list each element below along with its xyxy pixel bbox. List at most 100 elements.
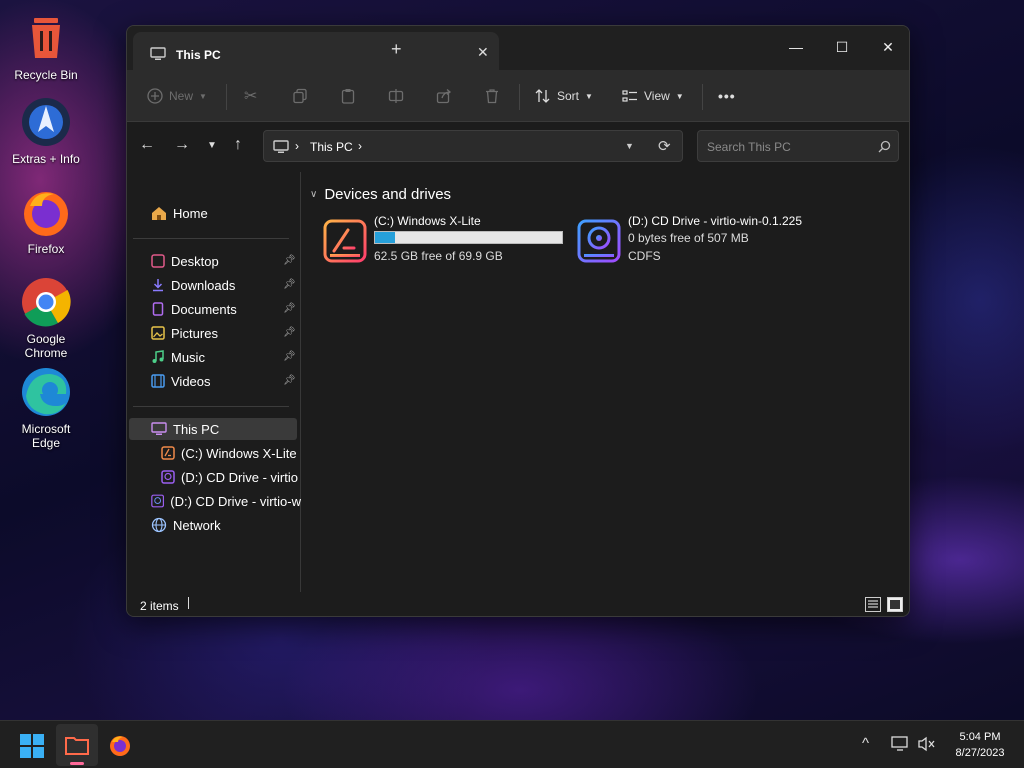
nav-divider [133,238,289,239]
cut-button[interactable]: ✂ [244,84,257,108]
extras-info-icon [22,98,70,146]
tray-overflow-chevron-icon[interactable]: ^ [862,735,869,752]
cd-drive-icon [161,470,175,484]
network-status-icon[interactable] [891,736,909,752]
breadcrumb-this-pc[interactable]: This PC [310,140,353,154]
address-bar[interactable]: › This PC › ▼ ⟳ [263,130,683,162]
breadcrumb-chevron-icon: › [295,139,299,153]
drive-c-usage-bar [374,231,563,244]
computer-icon [150,47,166,60]
view-button[interactable]: View ▼ [622,84,684,108]
recycle-bin-label: Recycle Bin [14,68,78,82]
taskbar-file-explorer[interactable] [56,724,98,766]
sidebar-item-label: Desktop [171,253,219,269]
volume-muted-icon[interactable] [918,736,936,752]
desktop-icon-chrome[interactable]: Google Chrome [0,276,92,360]
sort-button[interactable]: Sort ▼ [535,84,593,108]
chrome-label: Google Chrome [24,332,68,360]
recycle-bin-icon [32,18,60,58]
desktop-icon-recycle-bin[interactable]: Recycle Bin [0,12,92,82]
sidebar-item-label: Pictures [171,325,218,341]
pin-icon[interactable]: 📌︎ [283,375,296,386]
sidebar-item-network[interactable]: Network [151,514,301,536]
more-options-button[interactable]: ••• [718,84,736,108]
minimize-button[interactable]: — [773,32,819,62]
desktop-icon-firefox[interactable]: Firefox [0,186,92,256]
refresh-icon[interactable]: ⟳ [658,137,671,155]
search-box[interactable] [697,130,899,162]
delete-button[interactable] [484,84,500,108]
pin-icon[interactable]: 📌︎ [283,255,296,266]
pin-icon[interactable]: 📌︎ [283,327,296,338]
drive-item-c[interactable]: (C:) Windows X-Lite 62.5 GB free of 69.9… [322,214,572,266]
copy-button[interactable] [292,84,308,108]
clock-date: 8/27/2023 [955,747,1005,759]
recent-locations-chevron-icon[interactable]: ▼ [207,140,217,151]
music-icon [152,350,164,363]
sort-icon [535,89,550,103]
new-button[interactable]: New ▼ [147,84,207,108]
plus-circle-icon [147,88,163,104]
pictures-icon [151,326,165,340]
search-input[interactable] [707,138,867,156]
forward-arrow-icon[interactable]: → [174,136,190,154]
back-arrow-icon[interactable]: ← [139,136,155,154]
toolbar-divider [226,84,227,110]
sidebar-item-desktop[interactable]: Desktop [151,250,301,272]
videos-icon [151,374,165,388]
sidebar-item-label: Downloads [171,277,236,293]
tiles-view-button[interactable] [887,597,903,612]
tab-close-button[interactable]: ✕ [477,44,489,61]
sidebar-item-this-pc[interactable]: This PC [129,418,297,440]
sidebar-item-c-drive[interactable]: (C:) Windows X-Lite [161,442,301,464]
sidebar-item-downloads[interactable]: Downloads [151,274,301,296]
sidebar-item-label: (D:) CD Drive - virtio-w [170,493,301,509]
drive-c-usage-fill [375,232,395,243]
start-button[interactable] [20,734,44,761]
desktop-icon-extras-info[interactable]: Extras + Info [0,96,92,166]
sidebar-item-documents[interactable]: Documents [151,298,301,320]
downloads-icon [153,279,163,292]
drive-d-filesystem: CDFS [628,249,661,263]
sidebar-item-home[interactable]: Home [151,202,301,224]
drive-item-d[interactable]: (D:) CD Drive - virtio-win-0.1.225 0 byt… [576,214,876,266]
firefox-label: Firefox [27,242,65,256]
up-arrow-icon[interactable]: ↑ [234,136,242,154]
pin-icon[interactable]: 📌︎ [283,351,296,362]
desktop-icon-edge[interactable]: Microsoft Edge [0,366,92,450]
sidebar-item-videos[interactable]: Videos [151,370,301,392]
clock[interactable]: 5:04 PM 8/27/2023 [944,729,1016,761]
tab-title: This PC [176,48,221,62]
item-count: 2 items [140,599,179,613]
windows-logo-icon [20,734,44,758]
active-indicator [70,762,84,765]
pin-icon[interactable]: 📌︎ [283,279,296,290]
section-title: Devices and drives [324,186,452,203]
sidebar-item-d-drive[interactable]: (D:) CD Drive - virtio-w [151,490,301,512]
rename-button[interactable] [388,84,404,108]
sidebar-item-music[interactable]: Music [151,346,301,368]
network-icon [151,517,167,533]
share-button[interactable] [436,84,452,108]
paste-button[interactable] [340,84,356,108]
new-tab-button[interactable]: + [391,39,402,60]
sidebar-item-d-drive-sub[interactable]: (D:) CD Drive - virtio [161,466,301,488]
content-pane: ∨ Devices and drives (C:) Windows X-Lite… [302,172,909,592]
pin-icon[interactable]: 📌︎ [283,303,296,314]
address-dropdown-icon[interactable]: ▼ [625,141,634,151]
devices-and-drives-header[interactable]: ∨ Devices and drives [310,186,451,203]
taskbar-firefox[interactable] [108,733,132,760]
maximize-button[interactable]: ☐ [819,32,865,62]
chevron-down-icon: ▼ [585,91,593,101]
sidebar-item-pictures[interactable]: Pictures [151,322,301,344]
computer-icon [151,422,167,435]
chevron-down-icon: ▼ [199,91,207,101]
title-bar[interactable]: This PC ✕ + — ☐ ✕ [127,26,909,70]
sidebar-item-label: Home [173,205,208,221]
drive-c-icon [323,219,367,263]
firefox-icon [110,736,130,756]
close-button[interactable]: ✕ [865,32,909,62]
details-view-button[interactable] [865,597,881,612]
tab-this-pc[interactable]: This PC ✕ [133,32,499,70]
sidebar-item-label: Documents [171,301,237,317]
